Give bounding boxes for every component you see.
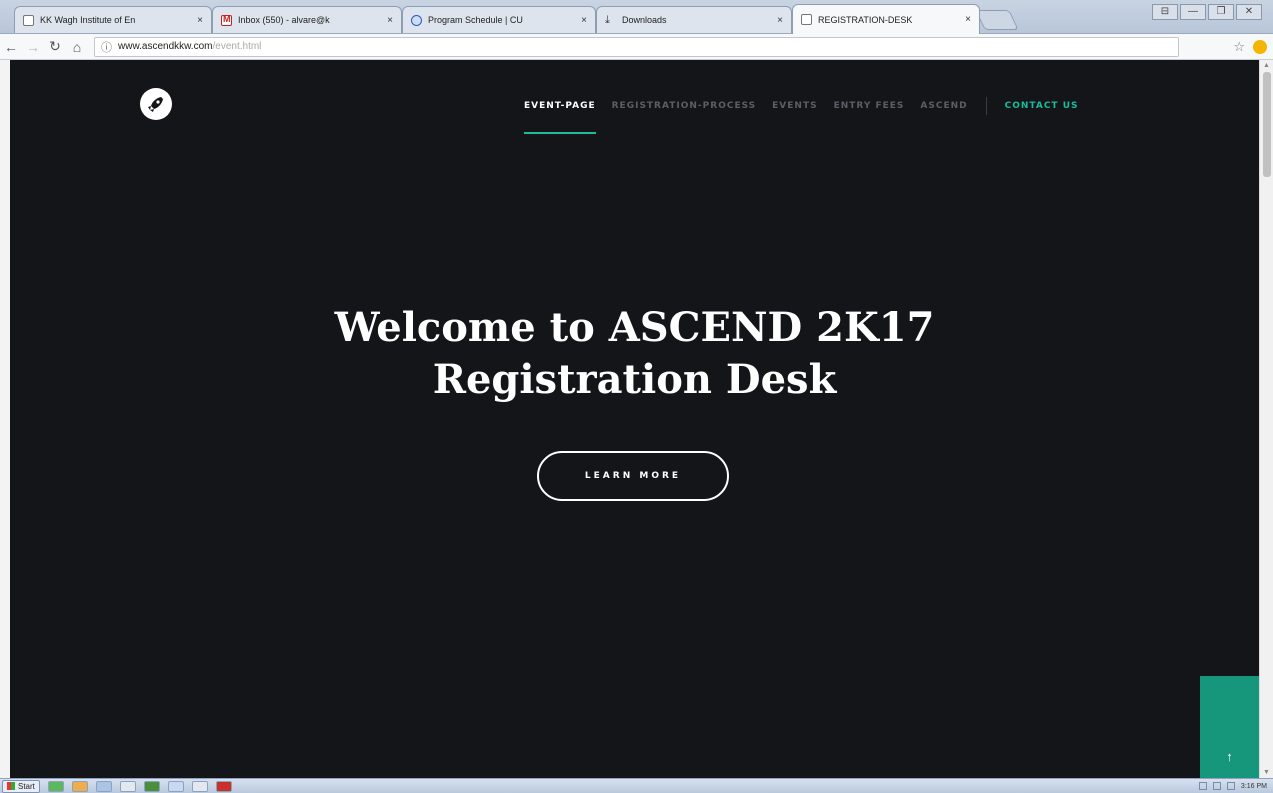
tray-icon[interactable] [1198,782,1207,790]
user-icon[interactable]: ⊟ [1152,4,1178,20]
nav-item-contact-us[interactable]: CONTACT US [1005,101,1079,111]
tab-close-icon[interactable]: × [197,15,203,26]
tab-close-icon[interactable]: × [581,15,587,26]
quick-launch-icon[interactable] [47,780,64,792]
tab-registration-desk[interactable]: REGISTRATION-DESK × [792,4,980,34]
rocket-logo-icon[interactable] [140,88,172,120]
hero-heading: Welcome to ASCEND 2K17 Registration Desk [10,302,1259,406]
left-gutter [0,60,10,778]
url-path: /event.html [212,41,262,52]
page-icon [801,14,812,25]
learn-more-button[interactable]: LEARN MORE [537,451,729,501]
forward-arrow-icon[interactable]: → [22,39,44,55]
nav-item-events[interactable]: EVENTS [772,101,817,111]
globe-icon [411,14,422,26]
nav-item-ascend[interactable]: ASCEND [920,101,967,111]
close-window-button[interactable]: ✕ [1236,4,1262,20]
page-scrollbar[interactable]: ▲ ▼ [1259,60,1273,778]
tab-title: Program Schedule | CU [428,15,523,25]
tab-inbox[interactable]: Inbox (550) - alvare@k × [212,6,402,33]
minimize-button[interactable]: — [1180,4,1206,20]
extension-icon[interactable] [1253,39,1267,54]
reload-icon[interactable]: ↻ [44,38,66,55]
address-bar[interactable]: ⓘ www.ascendkkw.com /event.html [94,36,1179,57]
taskbar-app-icon[interactable] [119,780,136,792]
nav-item-event-page[interactable]: EVENT-PAGE [524,101,596,134]
url-host: www.ascendkkw.com [118,41,213,52]
browser-tab-strip: KK Wagh Institute of En × Inbox (550) - … [0,0,1273,34]
acrobat-taskbar-icon[interactable] [215,780,232,792]
main-navigation: EVENT-PAGE REGISTRATION-PROCESS EVENTS E… [524,97,1079,134]
taskbar-app-icon[interactable] [191,780,208,792]
scrollbar-thumb[interactable] [1263,72,1271,177]
bookmark-star-icon[interactable]: ☆ [1233,39,1245,55]
page-viewport: EVENT-PAGE REGISTRATION-PROCESS EVENTS E… [10,60,1259,778]
tab-program-schedule[interactable]: Program Schedule | CU × [402,6,596,33]
tab-title: Downloads [622,15,667,25]
tab-title: REGISTRATION-DESK [818,14,913,25]
download-icon: ⤓ [605,13,610,26]
tab-close-icon[interactable]: × [777,15,783,26]
hero-line-1: Welcome to ASCEND 2K17 [334,304,935,351]
nav-divider [985,97,987,115]
home-icon[interactable]: ⌂ [66,39,88,55]
tab-close-icon[interactable]: × [387,15,393,26]
back-arrow-icon[interactable]: ← [0,39,22,55]
new-tab-button[interactable] [975,10,1019,30]
tray-icon[interactable] [1212,782,1221,790]
scroll-up-arrow-icon[interactable]: ▲ [1263,62,1270,69]
system-tray: 3:16 PM [1198,782,1273,790]
tray-icon[interactable] [1226,782,1235,790]
tab-title: Inbox (550) - alvare@k [238,15,330,25]
browser-toolbar: ← → ↻ ⌂ ⓘ www.ascendkkw.com /event.html … [0,34,1273,60]
window-controls: ⊟ — ❐ ✕ [1152,4,1262,20]
start-button[interactable]: Start [2,779,40,793]
quick-launch-icon[interactable] [71,780,88,792]
tab-downloads[interactable]: ⤓ Downloads × [596,6,792,33]
nav-item-entry-fees[interactable]: ENTRY FEES [834,101,905,111]
clock[interactable]: 3:16 PM [1241,783,1267,790]
back-to-top-button[interactable]: ↑ [1200,676,1259,778]
taskbar-app-icon[interactable] [167,780,184,792]
chrome-taskbar-icon[interactable] [143,780,160,792]
os-taskbar: Start 3:16 PM [0,778,1273,793]
tab-title: KK Wagh Institute of En [40,15,136,25]
quick-launch-icon[interactable] [95,780,112,792]
nav-item-registration-process[interactable]: REGISTRATION-PROCESS [612,101,757,111]
page-icon [23,14,34,26]
hero-line-2: Registration Desk [432,356,837,403]
tab-close-icon[interactable]: × [965,14,971,25]
scroll-down-arrow-icon[interactable]: ▼ [1263,769,1270,776]
tab-kk-wagh[interactable]: KK Wagh Institute of En × [14,6,212,33]
info-icon[interactable]: ⓘ [101,39,112,55]
arrow-up-icon: ↑ [1226,749,1233,764]
rocket-icon [148,97,163,112]
maximize-button[interactable]: ❐ [1208,4,1234,20]
gmail-icon [221,14,232,26]
